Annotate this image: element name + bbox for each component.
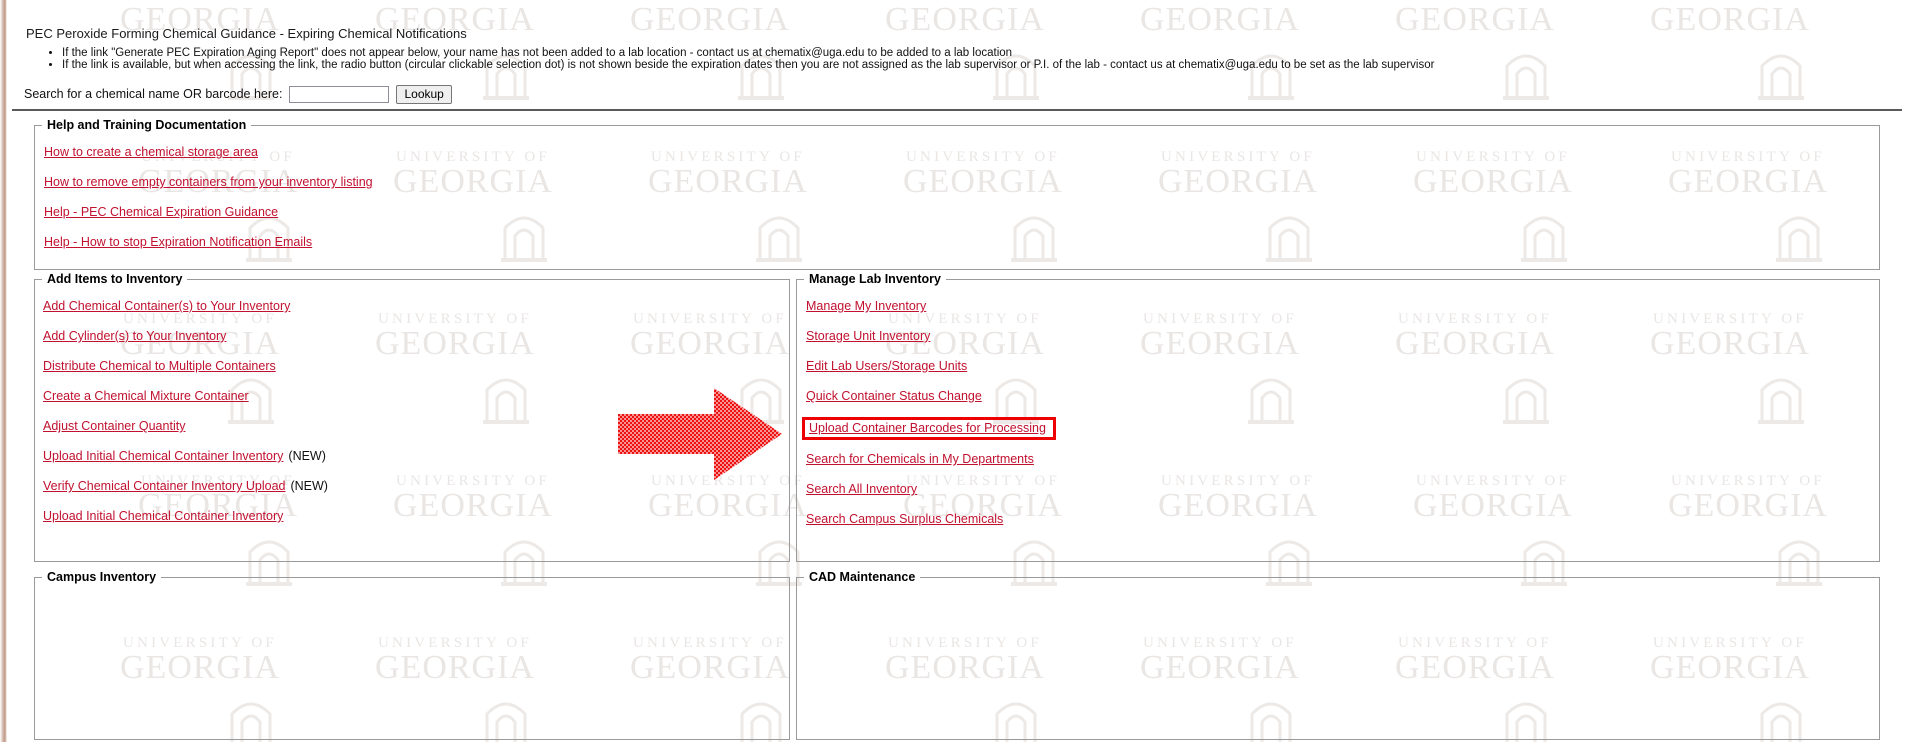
section-legend-manage-lab: Manage Lab Inventory — [809, 272, 941, 286]
link-how-to-remove-empty-containers[interactable]: How to remove empty containers from your… — [44, 175, 373, 189]
search-label: Search for a chemical name OR barcode he… — [24, 87, 283, 101]
section-campus-inventory-body — [35, 584, 789, 608]
search-input[interactable] — [289, 85, 390, 103]
row-verify-inventory-upload-new: Verify Chemical Container Inventory Uplo… — [43, 479, 789, 493]
link-search-campus-surplus-chemicals[interactable]: Search Campus Surplus Chemicals — [806, 512, 1003, 526]
link-upload-initial-inventory[interactable]: Upload Initial Chemical Container Invent… — [43, 509, 283, 523]
new-badge: (NEW) — [288, 449, 326, 463]
link-create-chemical-mixture[interactable]: Create a Chemical Mixture Container — [43, 389, 249, 403]
link-distribute-chemical[interactable]: Distribute Chemical to Multiple Containe… — [43, 359, 276, 373]
section-cad-maintenance: CAD Maintenance — [796, 570, 1880, 740]
uga-arch-watermark-icon — [1503, 54, 1549, 100]
watermark-text: UNIVERSITY OFGEORGIA — [630, 0, 790, 39]
link-manage-my-inventory[interactable]: Manage My Inventory — [806, 299, 926, 313]
link-verify-inventory-upload[interactable]: Verify Chemical Container Inventory Uplo… — [43, 479, 285, 493]
section-legend-cad-maintenance: CAD Maintenance — [809, 570, 916, 584]
link-storage-unit-inventory[interactable]: Storage Unit Inventory — [806, 329, 930, 343]
section-add-items-to-inventory: Add Items to Inventory Add Chemical Cont… — [34, 272, 790, 562]
link-adjust-container-quantity[interactable]: Adjust Container Quantity — [43, 419, 185, 433]
section-help-body: How to create a chemical storage area Ho… — [35, 132, 1879, 275]
chemical-search-row: Search for a chemical name OR barcode he… — [24, 84, 452, 104]
page-edge-strip — [0, 0, 7, 742]
section-cad-maintenance-body — [797, 584, 1879, 608]
section-help-and-training: Help and Training Documentation How to c… — [34, 118, 1880, 270]
section-campus-inventory: Campus Inventory — [34, 570, 790, 740]
watermark-text: UNIVERSITY OFGEORGIA — [885, 0, 1045, 39]
notice-item: If the link "Generate PEC Expiration Agi… — [62, 47, 1434, 60]
link-help-stop-expiration-emails[interactable]: Help - How to stop Expiration Notificati… — [44, 235, 312, 249]
new-badge: (NEW) — [290, 479, 328, 493]
notice-list: If the link "Generate PEC Expiration Agi… — [44, 47, 1434, 73]
link-quick-container-status-change[interactable]: Quick Container Status Change — [806, 389, 982, 403]
lookup-button[interactable]: Lookup — [396, 84, 452, 104]
section-legend-help: Help and Training Documentation — [47, 118, 247, 132]
horizontal-divider — [12, 109, 1902, 111]
link-search-all-inventory[interactable]: Search All Inventory — [806, 482, 917, 496]
section-manage-lab-body: Manage My Inventory Storage Unit Invento… — [797, 286, 1879, 552]
page-root: UNIVERSITY OFGEORGIA UNIVERSITY OFGEORGIA… — [0, 0, 1914, 742]
watermark-text: UNIVERSITY OFGEORGIA — [1650, 0, 1810, 39]
section-legend-add-items: Add Items to Inventory — [47, 272, 183, 286]
link-upload-initial-inventory-new[interactable]: Upload Initial Chemical Container Invent… — [43, 449, 283, 463]
watermark-text: UNIVERSITY OFGEORGIA — [1140, 0, 1300, 39]
link-help-pec-expiration-guidance[interactable]: Help - PEC Chemical Expiration Guidance — [44, 205, 278, 219]
highlight-box-upload-container-barcodes: Upload Container Barcodes for Processing — [802, 417, 1056, 440]
section-manage-lab-inventory: Manage Lab Inventory Manage My Inventory… — [796, 272, 1880, 562]
notice-item: If the link is available, but when acces… — [62, 59, 1434, 72]
section-legend-campus-inventory: Campus Inventory — [47, 570, 157, 584]
page-title: PEC Peroxide Forming Chemical Guidance -… — [26, 26, 467, 41]
link-search-chemicals-my-departments[interactable]: Search for Chemicals in My Departments — [806, 452, 1034, 466]
link-how-to-create-storage-area[interactable]: How to create a chemical storage area — [44, 145, 258, 159]
link-upload-container-barcodes[interactable]: Upload Container Barcodes for Processing — [809, 421, 1046, 435]
watermark-text: UNIVERSITY OFGEORGIA — [1395, 0, 1555, 39]
link-edit-lab-users-storage-units[interactable]: Edit Lab Users/Storage Units — [806, 359, 967, 373]
link-add-cylinders[interactable]: Add Cylinder(s) to Your Inventory — [43, 329, 226, 343]
row-upload-initial-inventory-new: Upload Initial Chemical Container Invent… — [43, 449, 789, 463]
section-add-items-body: Add Chemical Container(s) to Your Invent… — [35, 286, 789, 549]
uga-arch-watermark-icon — [1758, 54, 1804, 100]
link-add-chemical-containers[interactable]: Add Chemical Container(s) to Your Invent… — [43, 299, 290, 313]
